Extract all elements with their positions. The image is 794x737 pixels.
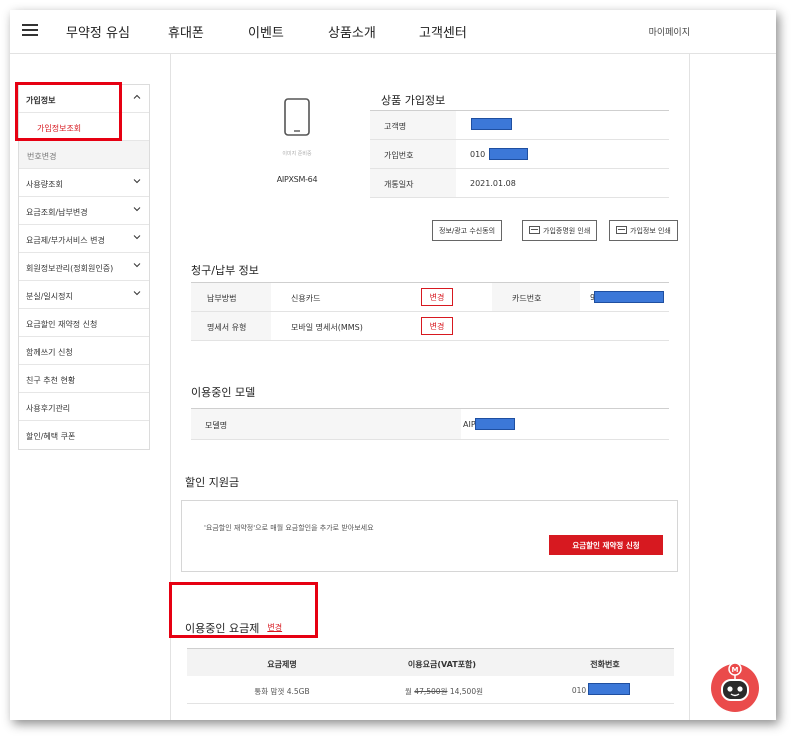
sidebar-item-label: 요금조회/납부변경 (26, 208, 88, 217)
number-value: 010 (470, 150, 486, 159)
consent-button[interactable]: 정보/광고 수신동의 (432, 220, 503, 241)
model-title: 이용중인 모델 (191, 386, 256, 399)
model-name-label: 모델명 (191, 409, 461, 439)
printer-icon (616, 226, 627, 234)
renewal-apply-button[interactable]: 요금할인 재약정 신청 (549, 535, 663, 555)
product-image: 이미지 준비중 AIPXSM-64 (237, 98, 357, 184)
print-info-button[interactable]: 가입정보 인쇄 (609, 220, 678, 241)
model-code: AIPXSM-64 (276, 175, 318, 184)
menu-icon[interactable] (22, 24, 38, 36)
sidebar-item-number-change[interactable]: 번호변경 (19, 141, 149, 169)
sidebar-item-label: 분실/일시정지 (26, 292, 73, 301)
highlight-box-sidebar (15, 82, 122, 141)
nav-item-support[interactable]: 고객센터 (419, 22, 467, 41)
billing-row-statement: 명세서 유형 모바일 명세서(MMS) 변경 (191, 312, 669, 341)
sidebar-item-label: 사용량조회 (26, 180, 63, 189)
plan-name-value: 통화 맘껏 4.5GB (254, 687, 310, 696)
mypage-link[interactable]: 마이페이지 (649, 25, 690, 38)
billing-row-payment: 납부방법 신용카드 변경 카드번호 9 (191, 283, 669, 312)
nav-item-usim[interactable]: 무약정 유심 (66, 22, 130, 41)
highlight-box-plan (169, 582, 318, 638)
sidebar-item-share[interactable]: 함께쓰기 신청 (19, 337, 149, 365)
print-certificate-label: 가입증명원 인쇄 (543, 227, 591, 235)
payment-change-button[interactable]: 변경 (421, 288, 453, 306)
printer-icon (529, 226, 540, 234)
sidebar-item-reviews[interactable]: 사용후기관리 (19, 393, 149, 421)
sidebar-item-label: 할인/혜택 쿠폰 (26, 432, 76, 441)
statement-change-button[interactable]: 변경 (421, 317, 453, 335)
plan-price-header: 이용요금(VAT포함) (407, 660, 477, 669)
sidebar-item-label: 요금할인 재약정 신청 (26, 320, 98, 329)
sidebar-item-usage[interactable]: 사용량조회 (19, 169, 149, 197)
plan-name-header: 요금제명 (267, 660, 297, 669)
statement-label: 명세서 유형 (191, 312, 271, 340)
chevron-down-icon (133, 207, 141, 212)
chevron-down-icon (133, 263, 141, 268)
model-row: 모델명 AIP (191, 409, 669, 440)
product-info-title: 상품 가입정보 (381, 94, 446, 107)
discount-box: '요금할인 재약정'으로 매월 요금할인을 추가로 받아보세요 요금할인 재약정… (181, 500, 678, 572)
payment-value: 신용카드 (291, 294, 321, 303)
no-image-text: 이미지 준비중 (282, 151, 312, 157)
nav-item-products[interactable]: 상품소개 (328, 22, 376, 41)
customer-label: 고객명 (370, 111, 456, 139)
plan-phone-header: 전화번호 (590, 660, 620, 669)
plan-price-prefix: 월 (405, 687, 412, 696)
billing-title: 청구/납부 정보 (191, 264, 259, 277)
redaction-mask (594, 291, 664, 303)
chevron-down-icon (133, 235, 141, 240)
sidebar-item-member-info[interactable]: 회원정보관리(정회원인증) (19, 253, 149, 281)
nav-item-event[interactable]: 이벤트 (248, 22, 284, 41)
svg-text:M: M (732, 666, 739, 674)
info-row-customer: 고객명 (370, 111, 669, 140)
plan-table: 요금제명 이용요금(VAT포함) 전화번호 통화 맘껏 4.5GB 월 47,5… (187, 648, 674, 704)
info-row-open-date: 개통일자 2021.01.08 (370, 169, 669, 198)
sidebar-item-label: 친구 추천 현황 (26, 376, 76, 385)
phone-icon (284, 98, 310, 136)
model-table: 모델명 AIP (191, 408, 669, 440)
print-certificate-button[interactable]: 가입증명원 인쇄 (522, 220, 598, 241)
sidebar-item-billing[interactable]: 요금조회/납부변경 (19, 197, 149, 225)
billing-table: 납부방법 신용카드 변경 카드번호 9 명세서 유형 모바일 명세서(MMS) … (191, 282, 669, 341)
chatbot-icon[interactable]: M (709, 661, 761, 713)
sidebar-item-renewal[interactable]: 요금할인 재약정 신청 (19, 309, 149, 337)
sidebar-item-label: 번호변경 (27, 152, 57, 161)
chevron-down-icon (133, 291, 141, 296)
redaction-mask (471, 118, 512, 130)
chevron-down-icon (133, 179, 141, 184)
top-nav: 무약정 유심 휴대폰 이벤트 상품소개 고객센터 마이페이지 (10, 10, 776, 54)
chevron-up-icon (133, 94, 141, 99)
open-date-value: 2021.01.08 (470, 179, 516, 188)
screenshot-frame: 무약정 유심 휴대폰 이벤트 상품소개 고객센터 마이페이지 가입정보 가입정보… (10, 10, 776, 720)
sidebar-item-label: 회원정보관리(정회원인증) (26, 264, 114, 273)
redaction-mask (475, 418, 515, 430)
payment-label: 납부방법 (191, 283, 271, 311)
plan-discounted-price: 14,500원 (449, 687, 483, 696)
plan-phone-value: 010 (571, 686, 587, 695)
discount-text: '요금할인 재약정'으로 매월 요금할인을 추가로 받아보세요 (204, 524, 374, 532)
sidebar-item-label: 사용후기관리 (26, 404, 71, 413)
statement-value: 모바일 명세서(MMS) (291, 323, 363, 332)
sidebar-item-label: 요금제/부가서비스 변경 (26, 236, 105, 245)
sidebar-item-referral[interactable]: 친구 추천 현황 (19, 365, 149, 393)
sidebar-item-coupons[interactable]: 할인/혜택 쿠폰 (19, 421, 149, 449)
table-row: 통화 맘껏 4.5GB 월 47,500원 14,500원 010 (187, 676, 674, 704)
info-row-number: 가입번호 010 (370, 140, 669, 169)
plan-table-header: 요금제명 이용요금(VAT포함) 전화번호 (187, 648, 674, 676)
sidebar-item-plan-change[interactable]: 요금제/부가서비스 변경 (19, 225, 149, 253)
number-label: 가입번호 (370, 140, 456, 168)
model-name-value: AIP (463, 420, 476, 429)
redaction-mask (588, 683, 630, 695)
nav-item-phone[interactable]: 휴대폰 (168, 22, 204, 41)
sidebar-item-lost-suspend[interactable]: 분실/일시정지 (19, 281, 149, 309)
plan-original-price: 47,500원 (414, 687, 448, 696)
sidebar-item-label: 함께쓰기 신청 (26, 348, 73, 357)
discount-title: 할인 지원금 (185, 476, 240, 489)
redaction-mask (489, 148, 528, 160)
print-info-label: 가입정보 인쇄 (630, 227, 671, 235)
product-info-table: 고객명 가입번호 010 개통일자 2021.01.08 (370, 110, 669, 198)
plan-price-value: 월 47,500원 14,500원 (405, 686, 483, 697)
open-date-label: 개통일자 (370, 169, 456, 197)
card-number-label: 카드번호 (492, 283, 580, 311)
